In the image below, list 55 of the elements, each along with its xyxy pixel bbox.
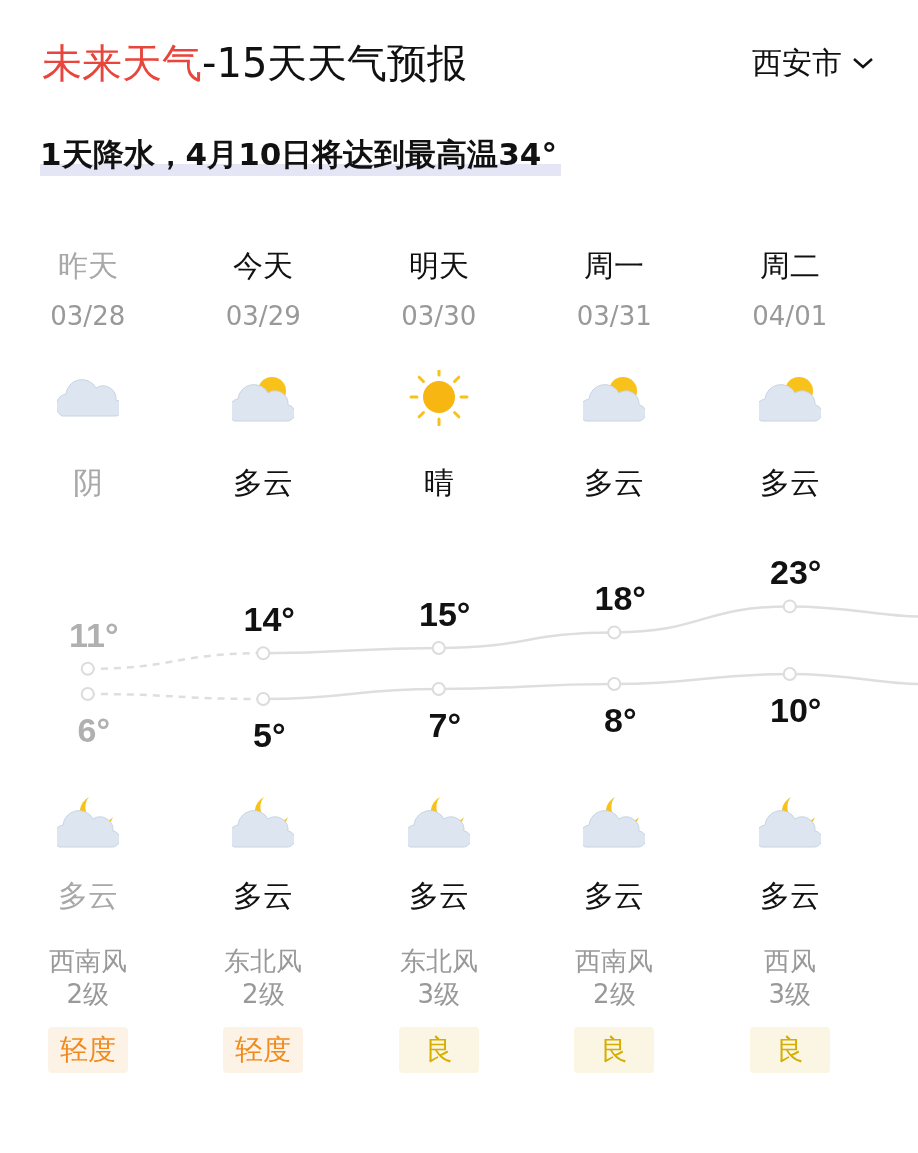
low-temp-point <box>256 692 271 706</box>
night-condition: 多云 <box>57 877 118 915</box>
day-name: 今天 <box>233 247 294 285</box>
air-quality-tag: 轻度 <box>47 1027 128 1073</box>
day-condition: 晴 <box>423 464 454 502</box>
day-name: 昨天 <box>57 247 118 285</box>
day-name: 周一 <box>584 247 645 285</box>
night-condition: 多云 <box>759 877 820 915</box>
low-temp-point <box>80 687 95 701</box>
day-date: 03/30 <box>401 301 477 331</box>
day-name: 周二 <box>759 247 820 285</box>
high-temp: 14° <box>243 600 295 639</box>
page-title: 未来天气-15天天气预报 <box>42 38 468 88</box>
night-condition: 多云 <box>233 877 294 915</box>
air-quality-tag: 良 <box>574 1027 655 1073</box>
wind-info: 东北风 2级 <box>224 945 303 1011</box>
sun-icon <box>408 370 469 426</box>
night-condition: 多云 <box>584 877 645 915</box>
low-temp: 5° <box>253 716 286 754</box>
wind-info: 东北风 3级 <box>399 945 478 1011</box>
air-quality-tag: 轻度 <box>223 1027 304 1073</box>
day-condition: 多云 <box>759 464 820 502</box>
wind-info: 西南风 2级 <box>575 945 654 1011</box>
city-selector[interactable]: 西安市 <box>752 42 874 84</box>
day-date: 03/31 <box>576 301 652 331</box>
low-temp-point <box>607 677 622 691</box>
high-temp: 11° <box>69 615 119 654</box>
low-temp: 10° <box>770 691 822 729</box>
cloud-icon <box>56 378 119 418</box>
night-condition: 多云 <box>408 877 469 915</box>
day-date: 03/28 <box>50 301 126 331</box>
wind-info: 西风 3级 <box>763 945 816 1011</box>
low-temp: 8° <box>604 701 637 739</box>
high-temp: 15° <box>419 595 471 633</box>
high-temp: 18° <box>594 579 646 618</box>
chevron-down-icon <box>852 56 874 70</box>
high-temp-point <box>607 625 622 640</box>
air-quality-tag: 良 <box>398 1027 479 1073</box>
day-date: 04/01 <box>752 301 828 331</box>
day-condition: 多云 <box>584 464 645 502</box>
high-temp: 23° <box>770 553 822 592</box>
day-condition: 多云 <box>233 464 294 502</box>
low-temp-point <box>431 682 446 696</box>
low-temp: 7° <box>428 706 461 744</box>
high-temp-point <box>431 641 446 655</box>
high-temp-point <box>80 661 95 676</box>
day-name: 明天 <box>408 247 469 285</box>
day-condition: 阴 <box>72 464 103 502</box>
high-temp-point <box>782 599 797 614</box>
high-temp-point <box>256 646 271 661</box>
day-date: 03/29 <box>225 301 301 331</box>
wind-info: 西南风 2级 <box>48 945 127 1011</box>
low-temp-point <box>782 667 797 681</box>
low-temp: 6° <box>77 711 110 749</box>
air-quality-tag: 良 <box>749 1027 830 1073</box>
